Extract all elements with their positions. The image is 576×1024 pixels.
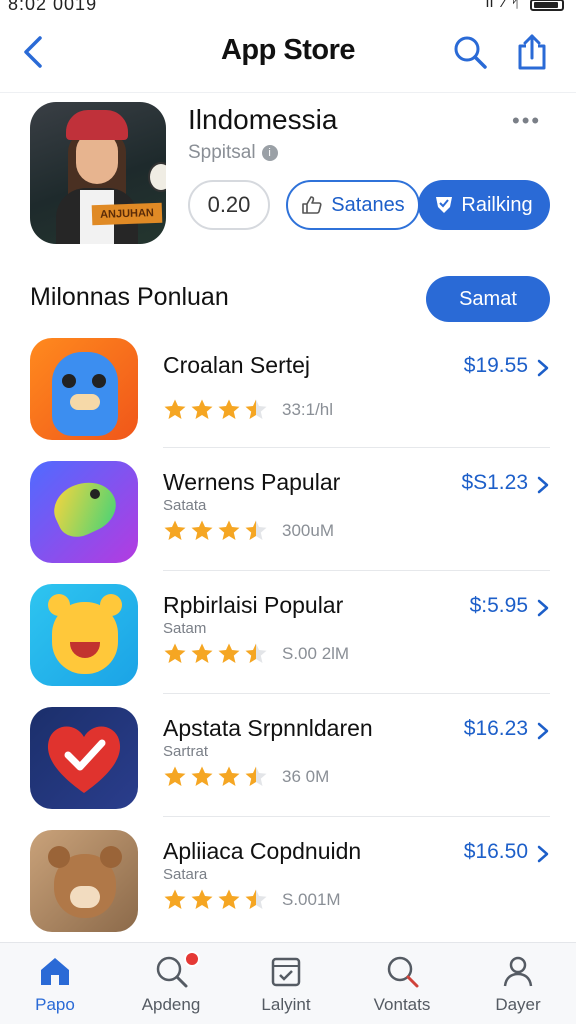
list-item-title: Apliiaca Copdnuidn	[163, 838, 362, 864]
list-item[interactable]: Apstata Srpnnldaren Sartrat 36 0M $16.23	[0, 707, 576, 827]
list-item-title: Rpbirlaisi Popular	[163, 592, 344, 618]
tab-dayer[interactable]: Dayer	[463, 943, 573, 1024]
tab-papo[interactable]: Papo	[0, 943, 110, 1024]
emblem-icon	[148, 162, 166, 192]
secondary-button[interactable]: Satanes	[286, 180, 420, 230]
tab-label: Papo	[35, 995, 75, 1014]
battery-icon	[530, 0, 564, 11]
star-rating	[163, 519, 268, 541]
tab-lalyint[interactable]: Lalyint	[231, 943, 341, 1024]
list-item-reviews: S.00 2lM	[282, 644, 350, 663]
list-item-reviews: S.001M	[282, 890, 341, 909]
app-icon-text: ANJUHAN	[91, 202, 163, 226]
list-item-subtitle: Sartrat	[163, 743, 209, 760]
status-icons: ıl ⁄ ᛋ	[485, 0, 564, 12]
list-item[interactable]: Rpbirlaisi Popular Satam S.00 2lM $:5.95	[0, 584, 576, 704]
list-item-subtitle: Satam	[163, 620, 207, 637]
chevron-right-icon	[537, 599, 549, 617]
list-item-price: $S1.23	[461, 471, 528, 494]
more-options-icon[interactable]: •••	[512, 108, 541, 134]
chevron-right-icon	[537, 476, 549, 494]
list-item-subtitle: Satara	[163, 866, 208, 883]
app-name: Ilndomessia	[188, 104, 338, 135]
status-time: 8:02 0019	[8, 0, 98, 14]
star-rating	[163, 888, 268, 910]
row-divider	[163, 570, 550, 571]
secondary-button-label: Satanes	[331, 193, 405, 216]
primary-button[interactable]: Railking	[418, 180, 550, 230]
app-subtitle-text: Sppitsal	[188, 142, 256, 163]
wifi-icon: ⁄ ᛋ	[503, 0, 520, 11]
section-action-button[interactable]: Samat	[426, 276, 550, 322]
star-rating	[163, 765, 268, 787]
app-icon[interactable]: ANJUHAN	[30, 102, 166, 244]
bird-icon	[30, 461, 138, 563]
page-title: App Store	[220, 34, 356, 66]
list-item-title: Croalan Sertej	[163, 352, 311, 378]
section-title: Milonnas Ponluan	[30, 283, 229, 311]
list-item-reviews: 33:1/hl	[282, 400, 334, 419]
chevron-right-icon	[537, 359, 549, 377]
home-icon	[41, 958, 69, 985]
status-bar: 8:02 0019 ıl ⁄ ᛋ	[0, 0, 576, 16]
primary-button-label: Railking	[461, 193, 533, 216]
list-item-title: Wernens Papular	[163, 469, 341, 495]
tab-label: Dayer	[495, 995, 541, 1014]
calendar-icon	[271, 957, 301, 987]
shield-check-icon	[436, 197, 453, 213]
blue-creature-icon	[30, 338, 138, 440]
header-divider	[0, 92, 576, 93]
thumbs-up-icon	[302, 196, 322, 214]
tab-label: Lalyint	[261, 995, 311, 1014]
list-item-subtitle: Satata	[163, 497, 207, 514]
tab-bar: Papo Apdeng Lalyint Vontats Dayer	[0, 942, 576, 1024]
row-divider	[163, 693, 550, 694]
search-icon[interactable]	[452, 34, 488, 70]
list-item-title: Apstata Srpnnldaren	[163, 715, 373, 741]
rating-value: 0.20	[207, 192, 251, 217]
search-icon	[387, 956, 419, 988]
row-divider	[163, 816, 550, 817]
list-item[interactable]: Croalan Sertej 33:1/hl $19.55	[0, 338, 576, 458]
app-subtitle: Sppitsal i	[188, 142, 278, 164]
list-item-reviews: 36 0M	[282, 767, 330, 786]
signal-icon: ıl	[485, 0, 494, 11]
star-rating	[163, 642, 268, 664]
tab-label: Apdeng	[141, 995, 201, 1014]
row-divider	[163, 447, 550, 448]
info-icon[interactable]: i	[261, 145, 278, 161]
heart-check-icon	[30, 707, 138, 809]
list-item-price: $16.23	[463, 717, 528, 740]
tab-apdeng[interactable]: Apdeng	[116, 943, 226, 1024]
share-icon[interactable]	[514, 32, 550, 72]
list-item-price: $16.50	[463, 840, 528, 863]
chevron-right-icon	[537, 722, 549, 740]
bear-smile-icon	[30, 584, 138, 686]
tab-label: Vontats	[373, 995, 431, 1014]
list-item[interactable]: Apliiaca Copdnuidn Satara S.001M $16.50	[0, 830, 576, 950]
chevron-right-icon	[537, 845, 549, 863]
list-item[interactable]: Wernens Papular Satata 300uM $S1.23	[0, 461, 576, 581]
bear-icon	[30, 830, 138, 932]
list-item-reviews: 300uM	[282, 521, 334, 540]
person-icon	[503, 956, 533, 987]
notification-badge	[184, 951, 200, 967]
rating-pill[interactable]: 0.20	[188, 180, 270, 230]
list-item-price: $19.55	[463, 354, 528, 377]
list-item-price: $:5.95	[469, 594, 528, 617]
nav-bar: App Store	[0, 24, 576, 80]
star-rating	[163, 398, 268, 420]
tab-vontats[interactable]: Vontats	[347, 943, 457, 1024]
